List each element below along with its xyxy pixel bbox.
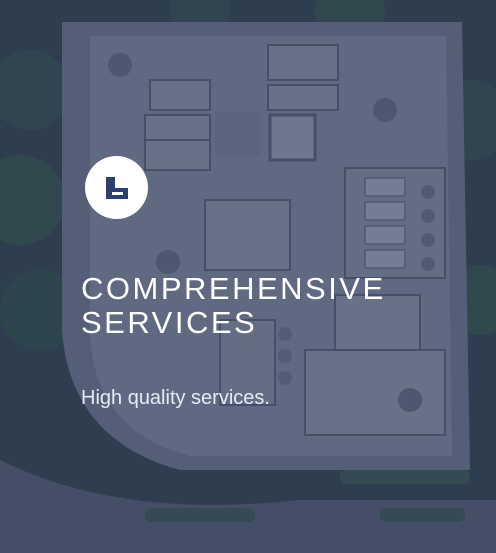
card-title: COMPREHENSIVE SERVICES — [81, 271, 386, 340]
service-card[interactable]: COMPREHENSIVE SERVICES High quality serv… — [0, 0, 496, 553]
building-plan-icon — [85, 156, 148, 219]
card-subtitle: High quality services. — [81, 387, 270, 409]
